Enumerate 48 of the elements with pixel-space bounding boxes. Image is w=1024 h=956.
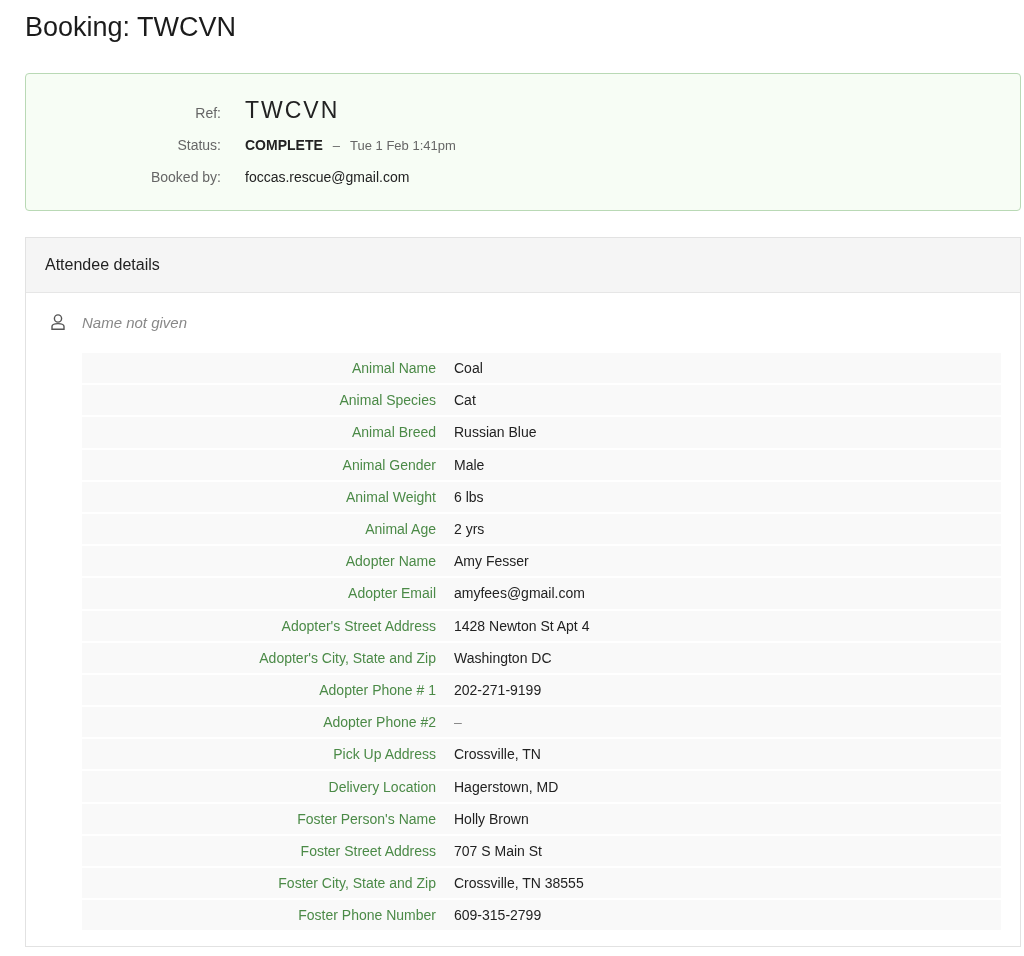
- field-label: Animal Breed: [351, 424, 436, 441]
- field-label: Adopter's Street Address: [281, 617, 436, 634]
- page-title: Booking: TWCVN: [25, 11, 237, 44]
- field-value: 609-315-2799: [454, 907, 542, 924]
- field-label: Animal Species: [339, 392, 436, 409]
- field-label: Pick Up Address: [333, 746, 436, 763]
- panel-title: Attendee details: [45, 256, 160, 274]
- status-label: Status:: [177, 136, 221, 155]
- attendee-name: Name not given: [82, 313, 188, 331]
- status-value: COMPLETE: [245, 137, 323, 153]
- field-value: Holly Brown: [454, 810, 529, 827]
- field-value: Male: [454, 456, 485, 473]
- booked-by-email: foccas.rescue@gmail.com: [245, 169, 410, 185]
- field-value: 6 lbs: [454, 488, 484, 505]
- field-label: Adopter Phone # 1: [319, 681, 436, 698]
- field-value: Hagerstown, MD: [454, 778, 559, 795]
- field-label: Animal Gender: [342, 456, 436, 473]
- field-label: Animal Name: [351, 360, 436, 377]
- field-value: Russian Blue: [454, 424, 537, 441]
- field-label: Animal Age: [365, 521, 436, 538]
- field-label: Adopter's City, State and Zip: [259, 649, 436, 666]
- field-value: 1428 Newton St Apt 4: [454, 617, 590, 634]
- field-value: 202-271-9199: [454, 681, 542, 698]
- field-label: Foster Phone Number: [298, 907, 436, 924]
- field-label: Foster City, State and Zip: [278, 875, 436, 892]
- field-value: Washington DC: [454, 649, 552, 666]
- booked-by-label: Booked by:: [150, 168, 221, 187]
- field-value: –: [454, 714, 462, 731]
- field-label: Foster Person's Name: [297, 810, 436, 827]
- field-value: Coal: [454, 360, 483, 377]
- field-value: Amy Fesser: [454, 553, 529, 570]
- ref-label: Ref:: [195, 104, 221, 123]
- field-label: Delivery Location: [328, 778, 436, 795]
- field-value: Crossville, TN: [454, 746, 541, 763]
- field-label: Adopter Phone #2: [323, 714, 436, 731]
- field-label: Adopter Name: [345, 553, 436, 570]
- field-label: Animal Weight: [346, 488, 436, 505]
- ref-value: TWCVN: [245, 96, 340, 125]
- field-label: Foster Street Address: [300, 842, 436, 859]
- status-time: Tue 1 Feb 1:41pm: [350, 138, 456, 153]
- field-value: 2 yrs: [454, 521, 485, 538]
- field-value: Crossville, TN 38555: [454, 875, 584, 892]
- field-value: Cat: [454, 392, 476, 409]
- field-value: amyfees@gmail.com: [454, 585, 585, 602]
- field-label: Adopter Email: [348, 585, 436, 602]
- status-separator: –: [332, 138, 340, 153]
- person-icon: [51, 314, 65, 330]
- field-value: 707 S Main St: [454, 842, 542, 859]
